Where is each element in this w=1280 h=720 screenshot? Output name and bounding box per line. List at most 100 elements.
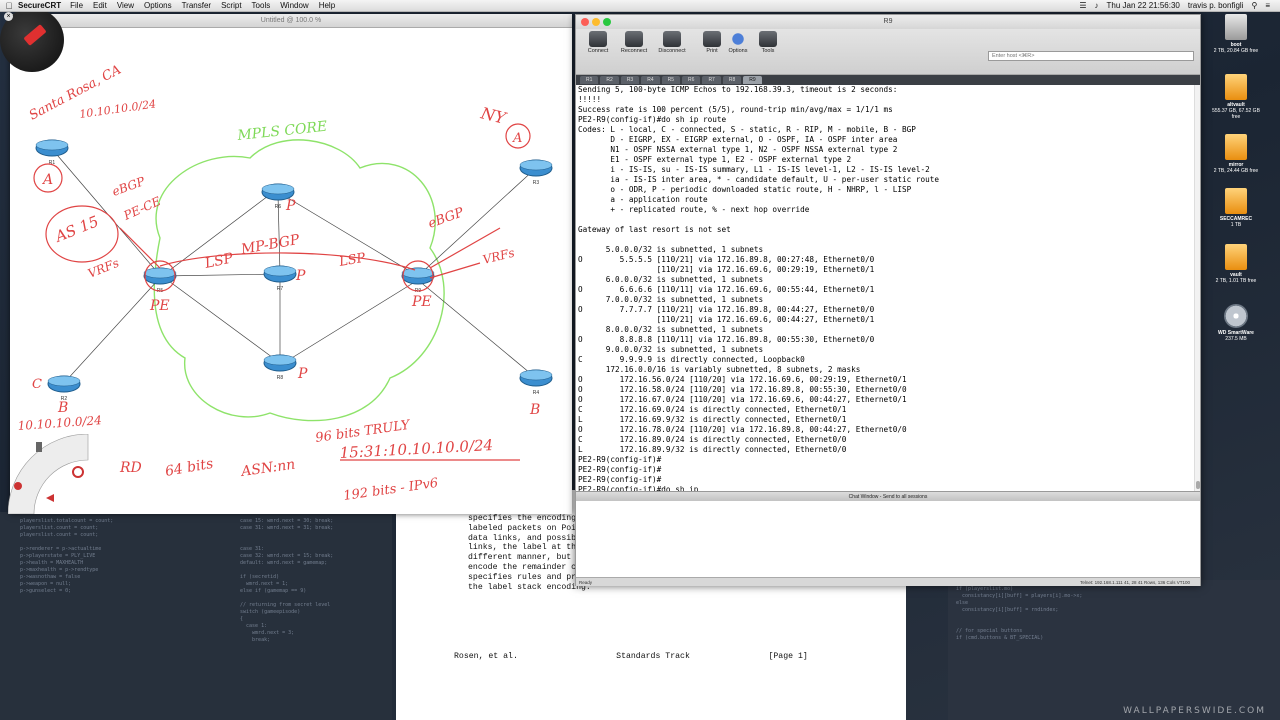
menu-transfer[interactable]: Transfer	[182, 1, 212, 10]
session-tabs: R1 R2 R3 R4 R5 R6 R7 R8 R9	[576, 75, 1200, 85]
pen-icon[interactable]	[23, 24, 47, 46]
router-r4[interactable]: R4	[519, 369, 553, 396]
chat-input-area[interactable]	[576, 501, 1200, 577]
label-rd-example: 15:31:10.10.10.0/24	[339, 436, 493, 462]
tab-r6[interactable]: R6	[682, 76, 701, 84]
label-ebgp-left: eBGP	[110, 174, 147, 199]
tools-button[interactable]: Tools	[750, 31, 786, 54]
footer-track: Standards Track	[616, 652, 690, 661]
menu-options[interactable]: Options	[144, 1, 172, 10]
chat-window-title: Chat Window - Send to all sessions	[848, 494, 928, 500]
label-ny: NY	[478, 103, 509, 128]
terminal-line: PE2-R9(config-if)#do sh ip route	[578, 115, 727, 124]
reconnect-button[interactable]: Reconnect	[616, 31, 652, 54]
router-r8[interactable]: R8	[263, 354, 297, 381]
close-icon[interactable]: ×	[4, 12, 13, 21]
connect-button[interactable]: Connect	[580, 31, 616, 54]
document-line: specifies rules and pr	[468, 572, 577, 582]
label-as15: AS 15	[51, 212, 101, 246]
router-label: R3	[533, 180, 540, 186]
label-lsp-left: LSP	[203, 250, 236, 272]
ebgp-left-arrow	[119, 227, 161, 269]
terminal-line: [110/21] via 172.16.69.6, 00:29:19, Ethe…	[578, 265, 875, 274]
menu-items: File Edit View Options Transfer Script Tools Wi…	[70, 1, 345, 10]
app-menu[interactable]: SecureCRT	[18, 1, 61, 10]
clock[interactable]: Thu Jan 22 21:56:30	[1106, 1, 1179, 10]
label-lsp-right: LSP	[337, 251, 367, 271]
drive-wd-smartware[interactable]: WD SmartWare 237.5 MB	[1210, 304, 1262, 342]
terminal-line: Success rate is 100 percent (5/5), round…	[578, 105, 893, 114]
drawing-tool-palette[interactable]	[8, 434, 108, 514]
document-line: links, the label at th	[468, 543, 577, 553]
menu-edit[interactable]: Edit	[93, 1, 107, 10]
drive-boot[interactable]: boot 2 TB, 20.84 GB free	[1210, 14, 1262, 54]
tab-r2[interactable]: R2	[600, 76, 619, 84]
menu-file[interactable]: File	[70, 1, 83, 10]
terminal-line: [110/21] via 172.16.69.6, 00:44:27, Ethe…	[578, 315, 875, 324]
terminal-line: O 7.7.7.7 [110/21] via 172.16.89.8, 00:4…	[578, 305, 875, 314]
terminal-line: O 172.16.67.0/24 [110/20] via 172.16.69.…	[578, 395, 907, 404]
tab-r3[interactable]: R3	[620, 76, 640, 84]
router-r7[interactable]: R7	[263, 265, 297, 292]
label-pe-left: PE	[149, 298, 170, 314]
status-connection: Telnet: 192.168.1.111 41, 28 41 Rows, 13…	[1080, 580, 1190, 585]
drawing-tool-wheel[interactable]: ×	[0, 8, 64, 72]
toolbar-label: Reconnect	[620, 48, 648, 54]
document-line: different manner, but	[468, 553, 572, 563]
volume-icon[interactable]: ♪	[1094, 1, 1098, 10]
disconnect-button[interactable]: Disconnect	[654, 31, 690, 54]
document-line: data links, and possib	[468, 533, 577, 543]
drive-mirror[interactable]: mirror 2 TB, 24.44 GB free	[1210, 134, 1262, 174]
drive-size: 2 TB, 20.84 GB free	[1213, 48, 1259, 54]
terminal-line: PE2-R9(config-if)#	[578, 455, 662, 464]
reconnect-icon	[625, 31, 643, 47]
wifi-icon[interactable]: ☰	[1079, 1, 1086, 10]
router-r2[interactable]: R2	[47, 375, 81, 402]
terminal-line: !!!!!	[578, 95, 602, 104]
router-r3[interactable]: R3	[519, 159, 553, 186]
document-footer: Rosen, et al. Standards Track [Page 1]	[454, 652, 808, 661]
terminal-line: ia - IS-IS inter area, * - candidate def…	[578, 175, 940, 184]
terminal-line: Sending 5, 100-byte ICMP Echos to 192.16…	[578, 85, 898, 94]
tab-r7[interactable]: R7	[702, 76, 721, 84]
drive-seccamrec[interactable]: SECCAMREC 1 TB	[1210, 188, 1262, 228]
tab-r8[interactable]: R8	[722, 76, 742, 84]
hard-drive-icon	[1225, 14, 1247, 40]
terminal-line: 172.16.0.0/16 is variably subnetted, 8 s…	[578, 365, 861, 374]
whiteboard-title: Untitled @ 100.0 %	[10, 14, 572, 28]
marker-icon	[36, 442, 42, 452]
close-button[interactable]	[581, 18, 589, 26]
apple-icon[interactable]: 	[0, 1, 18, 11]
label-p-top: P	[285, 198, 296, 214]
enter-host-field[interactable]	[988, 51, 1194, 61]
scroll-thumb[interactable]	[1196, 481, 1200, 489]
drive-vault[interactable]: vault 2 TB, 1.01 TB free	[1210, 244, 1262, 284]
terminal-line: O 172.16.58.0/24 [110/20] via 172.16.89.…	[578, 385, 907, 394]
list-icon[interactable]: ≡	[1265, 1, 1270, 10]
menu-tools[interactable]: Tools	[252, 1, 271, 10]
user-name[interactable]: travis p. bonfigli	[1188, 1, 1244, 10]
drive-altvault[interactable]: altvault 555.37 GB, 67.52 GB free	[1210, 74, 1262, 120]
vrfs-right-arrow	[429, 262, 481, 279]
zoom-button[interactable]	[603, 18, 611, 26]
document-line: labeled packets on Poi	[468, 523, 577, 533]
terminal-line: 8.0.0.0/32 is subnetted, 1 subnets	[578, 325, 764, 334]
tab-r9[interactable]: R9	[743, 76, 762, 84]
tab-r4[interactable]: R4	[641, 76, 660, 84]
menu-view[interactable]: View	[117, 1, 134, 10]
terminal[interactable]: Sending 5, 100-byte ICMP Echos to 192.16…	[576, 85, 1200, 491]
minimize-button[interactable]	[592, 18, 600, 26]
search-icon[interactable]: ⚲	[1251, 1, 1257, 10]
terminal-line: L 172.16.89.9/32 is directly connected, …	[578, 445, 847, 454]
terminal-line: Codes: L - local, C - connected, S - sta…	[578, 125, 916, 134]
chat-window-bar[interactable]: Chat Window - Send to all sessions	[576, 491, 1200, 501]
router-r9[interactable]: R9	[401, 267, 435, 294]
menu-script[interactable]: Script	[221, 1, 241, 10]
tab-r5[interactable]: R5	[661, 76, 681, 84]
terminal-scrollbar[interactable]	[1194, 85, 1200, 491]
tab-r1[interactable]: R1	[580, 76, 599, 84]
menu-help[interactable]: Help	[319, 1, 335, 10]
menu-window[interactable]: Window	[280, 1, 308, 10]
